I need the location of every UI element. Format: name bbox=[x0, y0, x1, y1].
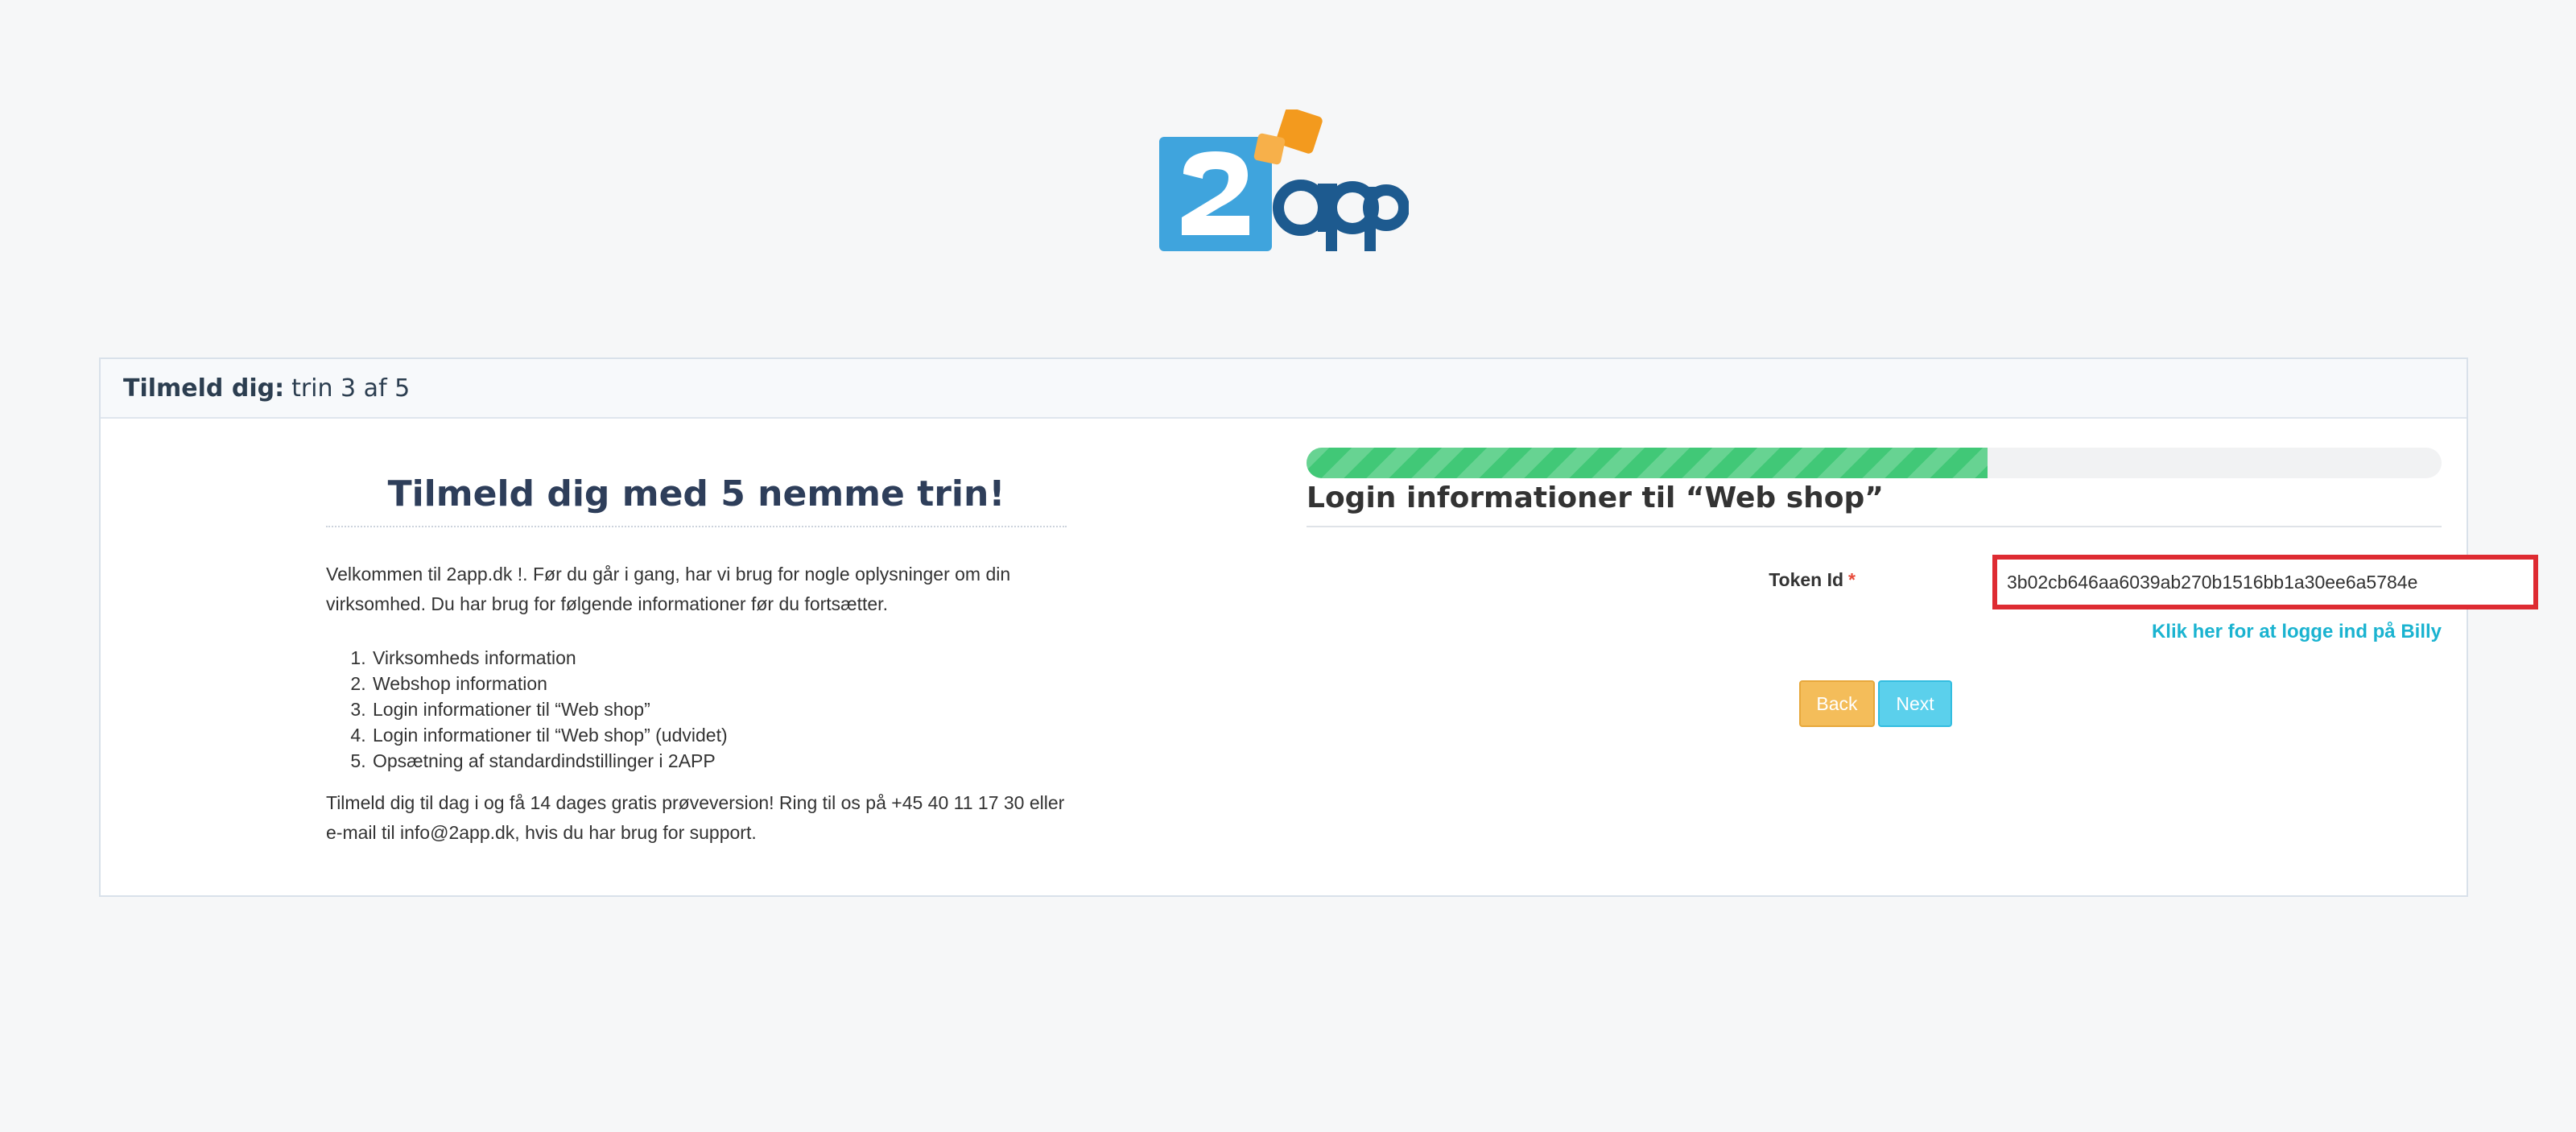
form-column: Login informationer til “Web shop” Token… bbox=[1307, 448, 2538, 729]
back-button[interactable]: Back bbox=[1799, 680, 1875, 727]
list-item: Webshop information bbox=[371, 671, 1067, 696]
2app-logo bbox=[1159, 109, 1409, 251]
progress-bar bbox=[1307, 448, 2442, 478]
signup-panel: Tilmeld dig: trin 3 af 5 Tilmeld dig med… bbox=[99, 357, 2538, 897]
list-item: Virksomheds information bbox=[371, 645, 1067, 671]
steps-list: Virksomheds information Webshop informat… bbox=[326, 645, 1067, 774]
token-label-text: Token Id bbox=[1769, 569, 1844, 590]
panel-heading-step: trin 3 af 5 bbox=[291, 374, 411, 403]
required-mark: * bbox=[1848, 569, 1856, 590]
token-id-input[interactable] bbox=[1992, 555, 2538, 609]
progress-fill bbox=[1307, 448, 1988, 478]
list-item: Opsætning af standardindstillinger i 2AP… bbox=[371, 748, 1067, 774]
section-title: Login informationer til “Web shop” bbox=[1307, 481, 2442, 527]
billy-link-row: Klik her for at logge ind på Billy bbox=[1307, 621, 2442, 659]
token-label: Token Id * bbox=[1769, 569, 1856, 591]
billy-login-link[interactable]: Klik her for at logge ind på Billy bbox=[2152, 621, 2442, 642]
panel-heading-label: Tilmeld dig: bbox=[123, 374, 285, 403]
list-item: Login informationer til “Web shop” (udvi… bbox=[371, 722, 1067, 748]
list-item: Login informationer til “Web shop” bbox=[371, 696, 1067, 722]
intro-column: Tilmeld dig med 5 nemme trin! Velkommen … bbox=[326, 473, 1067, 848]
intro-title: Tilmeld dig med 5 nemme trin! bbox=[326, 473, 1067, 527]
panel-heading: Tilmeld dig: trin 3 af 5 bbox=[101, 359, 2467, 419]
support-text: Tilmeld dig til dag i og få 14 dages gra… bbox=[326, 792, 1065, 843]
button-row: Back Next bbox=[1307, 680, 2442, 729]
token-row: Token Id * bbox=[1307, 555, 2538, 619]
next-button[interactable]: Next bbox=[1878, 680, 1952, 727]
intro-text: Velkommen til 2app.dk !. Før du går i ga… bbox=[326, 564, 1011, 614]
